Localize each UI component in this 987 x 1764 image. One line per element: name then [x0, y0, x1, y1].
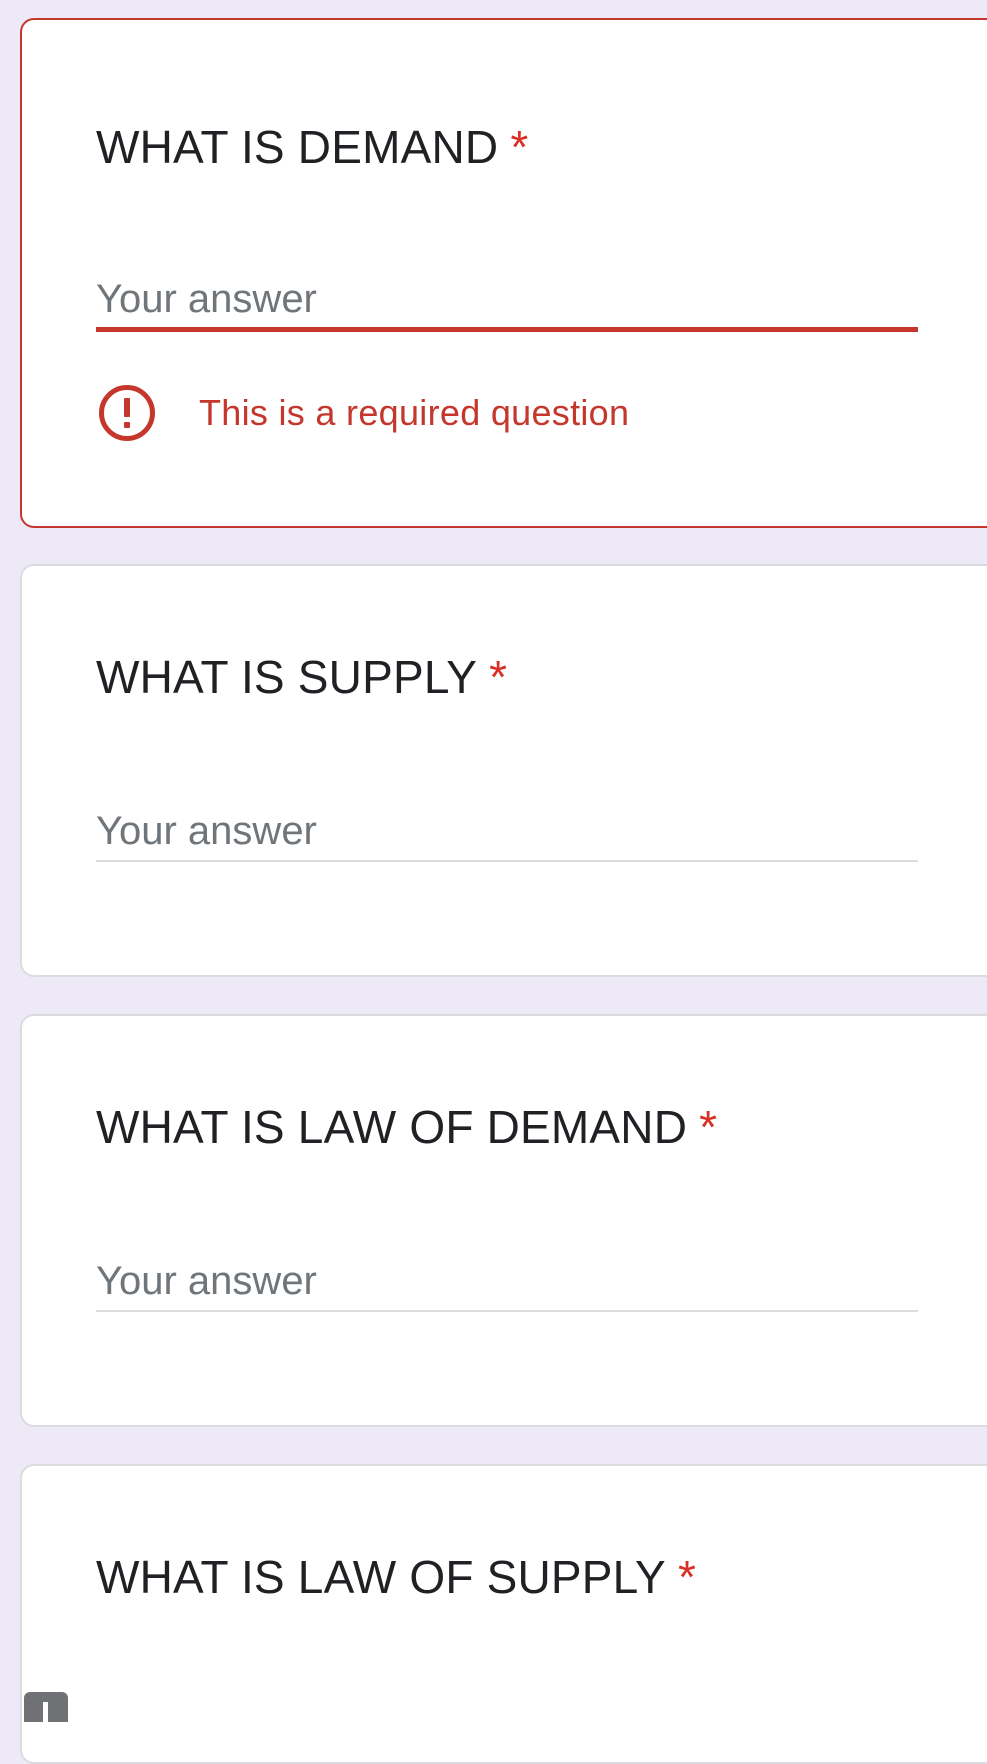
question-card-law-of-supply: WHAT IS LAW OF SUPPLY *	[20, 1464, 987, 1764]
question-title: WHAT IS SUPPLY *	[96, 650, 507, 704]
question-title-text: WHAT IS LAW OF DEMAND	[96, 1101, 688, 1153]
question-card-demand: WHAT IS DEMAND* This is a required quest…	[20, 18, 987, 528]
required-asterisk: *	[489, 651, 508, 703]
error-text: This is a required question	[199, 392, 630, 433]
required-asterisk: *	[677, 1551, 697, 1603]
question-card-law-of-demand: WHAT IS LAW OF DEMAND *	[20, 1014, 987, 1427]
question-title: WHAT IS LAW OF DEMAND *	[96, 1100, 717, 1154]
error-circle-icon	[99, 385, 155, 441]
error-message: This is a required question	[98, 384, 629, 442]
bottom-corner-tab[interactable]	[24, 1692, 68, 1722]
question-title: WHAT IS DEMAND *	[96, 120, 528, 174]
question-title: WHAT IS LAW OF SUPPLY *	[96, 1550, 696, 1604]
required-asterisk: *	[510, 121, 529, 173]
question-title-text: WHAT IS LAW OF SUPPLY	[96, 1551, 666, 1603]
question-title-text: WHAT IS DEMAND	[96, 121, 499, 173]
question-title-text: WHAT IS SUPPLY	[96, 651, 478, 703]
answer-input-law-of-demand[interactable]	[96, 1252, 918, 1312]
required-asterisk: *	[699, 1101, 718, 1153]
question-card-supply: WHAT IS SUPPLY *	[20, 564, 987, 977]
answer-input-demand[interactable]	[96, 272, 918, 332]
answer-input-supply[interactable]	[96, 802, 918, 862]
